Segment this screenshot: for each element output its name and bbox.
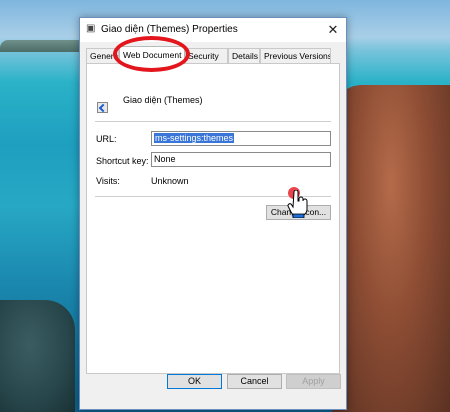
web-document-panel: Giao diện (Themes) URL: ms-settings:them… [86,63,340,374]
item-name: Giao diện (Themes) [123,95,203,105]
hand-pointer-icon [287,190,308,218]
tab-details[interactable]: Details [228,48,260,63]
url-field[interactable]: ms-settings:themes [151,131,331,146]
url-value: ms-settings:themes [154,133,235,143]
visits-label: Visits: [96,176,120,186]
ok-button[interactable]: OK [167,374,222,389]
background-rocks-left [0,300,75,412]
separator [95,121,331,122]
visits-value: Unknown [151,176,189,186]
internet-shortcut-icon [97,102,108,113]
tab-security[interactable]: Security [185,48,228,63]
title-bar: ▣ Giao diện (Themes) Properties ✕ [80,18,346,42]
close-button[interactable]: ✕ [320,18,346,42]
window-title: Giao diện (Themes) Properties [101,24,238,35]
shortcut-key-label: Shortcut key: [96,156,149,166]
shortcut-key-field[interactable]: None [151,152,331,167]
apply-button[interactable]: Apply [286,374,341,389]
background-rocks-right [332,85,450,412]
cancel-button[interactable]: Cancel [227,374,282,389]
tab-previous-versions[interactable]: Previous Versions [260,48,331,63]
url-label: URL: [96,134,117,144]
shortcut-file-icon: ▣ [86,23,96,34]
highlight-circle [113,36,190,72]
